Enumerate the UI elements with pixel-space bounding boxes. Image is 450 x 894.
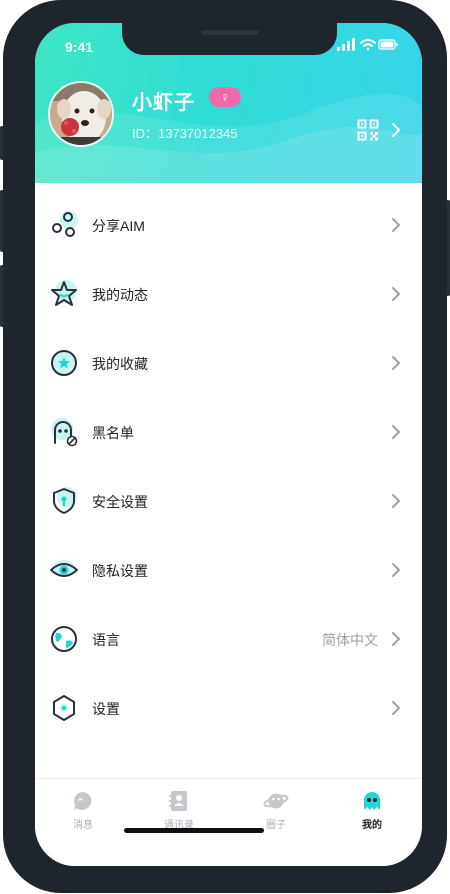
settings-icon [53, 695, 75, 721]
status-time: 9:41 [65, 39, 94, 55]
menu-label: 我的收藏 [92, 356, 148, 372]
menu-label: 我的动态 [92, 287, 148, 303]
tab-messages[interactable]: 消息 [53, 790, 113, 831]
dog-avatar-image [50, 83, 112, 145]
menu-label: 隐私设置 [92, 563, 148, 579]
tab-label: 我的 [362, 820, 382, 831]
avatar[interactable] [48, 81, 114, 147]
phone-frame: 9:41 小虾子 ♀ ID：13737012345 分享AIM 我的动态 我的收… [3, 0, 447, 893]
menu-item-language[interactable]: 语言 简体中文 [35, 609, 422, 669]
speaker [201, 30, 259, 35]
menu-label: 设置 [92, 701, 120, 717]
tab-label: 消息 [73, 820, 93, 831]
menu-item-settings[interactable]: 设置 [35, 678, 422, 738]
home-indicator[interactable] [124, 828, 264, 833]
menu-item-my-favorites[interactable]: 我的收藏 [35, 333, 422, 393]
bottom-tab-bar: 消息 通讯录 圈子 我的 [35, 778, 422, 866]
menu-label: 分享AIM [92, 218, 145, 234]
chevron-right-icon [392, 218, 400, 232]
notch [122, 23, 337, 55]
chevron-right-icon [392, 632, 400, 646]
menu-item-security[interactable]: 安全设置 [35, 471, 422, 531]
chevron-right-icon [392, 287, 400, 301]
user-id: ID：13737012345 [132, 126, 238, 141]
wifi-icon [360, 39, 376, 51]
menu-label: 安全设置 [92, 494, 148, 510]
language-value: 简体中文 [322, 632, 378, 648]
favorite-icon [51, 350, 77, 376]
tab-me[interactable]: 我的 [342, 790, 402, 831]
user-name: 小虾子 [132, 92, 195, 114]
message-icon [74, 792, 92, 811]
screen: 9:41 小虾子 ♀ ID：13737012345 分享AIM 我的动态 我的收… [35, 23, 422, 866]
globe-icon [51, 626, 77, 652]
share-icon [52, 211, 78, 237]
eye-icon [50, 560, 78, 577]
status-icons [337, 38, 398, 51]
profile-icon [364, 792, 380, 810]
menu-item-my-moments[interactable]: 我的动态 [35, 264, 422, 324]
menu-item-privacy[interactable]: 隐私设置 [35, 540, 422, 600]
menu-item-blacklist[interactable]: 黑名单 [35, 402, 422, 462]
tab-circle[interactable]: 圈子 [246, 790, 306, 831]
menu-label: 黑名单 [92, 425, 134, 441]
menu-item-share-aim[interactable]: 分享AIM [35, 195, 422, 255]
profile-chevron-right-icon[interactable] [391, 122, 401, 138]
planet-icon [263, 793, 289, 809]
contacts-icon [169, 791, 187, 811]
qr-code-icon[interactable] [357, 119, 379, 141]
shield-icon [53, 487, 77, 514]
menu-label: 语言 [92, 632, 120, 648]
chevron-right-icon [392, 356, 400, 370]
star-icon [51, 280, 77, 306]
signal-icon [337, 38, 355, 51]
chevron-right-icon [392, 701, 400, 715]
tab-contacts[interactable]: 通讯录 [149, 790, 209, 831]
gender-badge: ♀ [209, 87, 241, 107]
battery-icon [378, 39, 398, 50]
chevron-right-icon [392, 425, 400, 439]
chevron-right-icon [392, 563, 400, 577]
chevron-right-icon [392, 494, 400, 508]
blacklist-icon [51, 418, 78, 447]
